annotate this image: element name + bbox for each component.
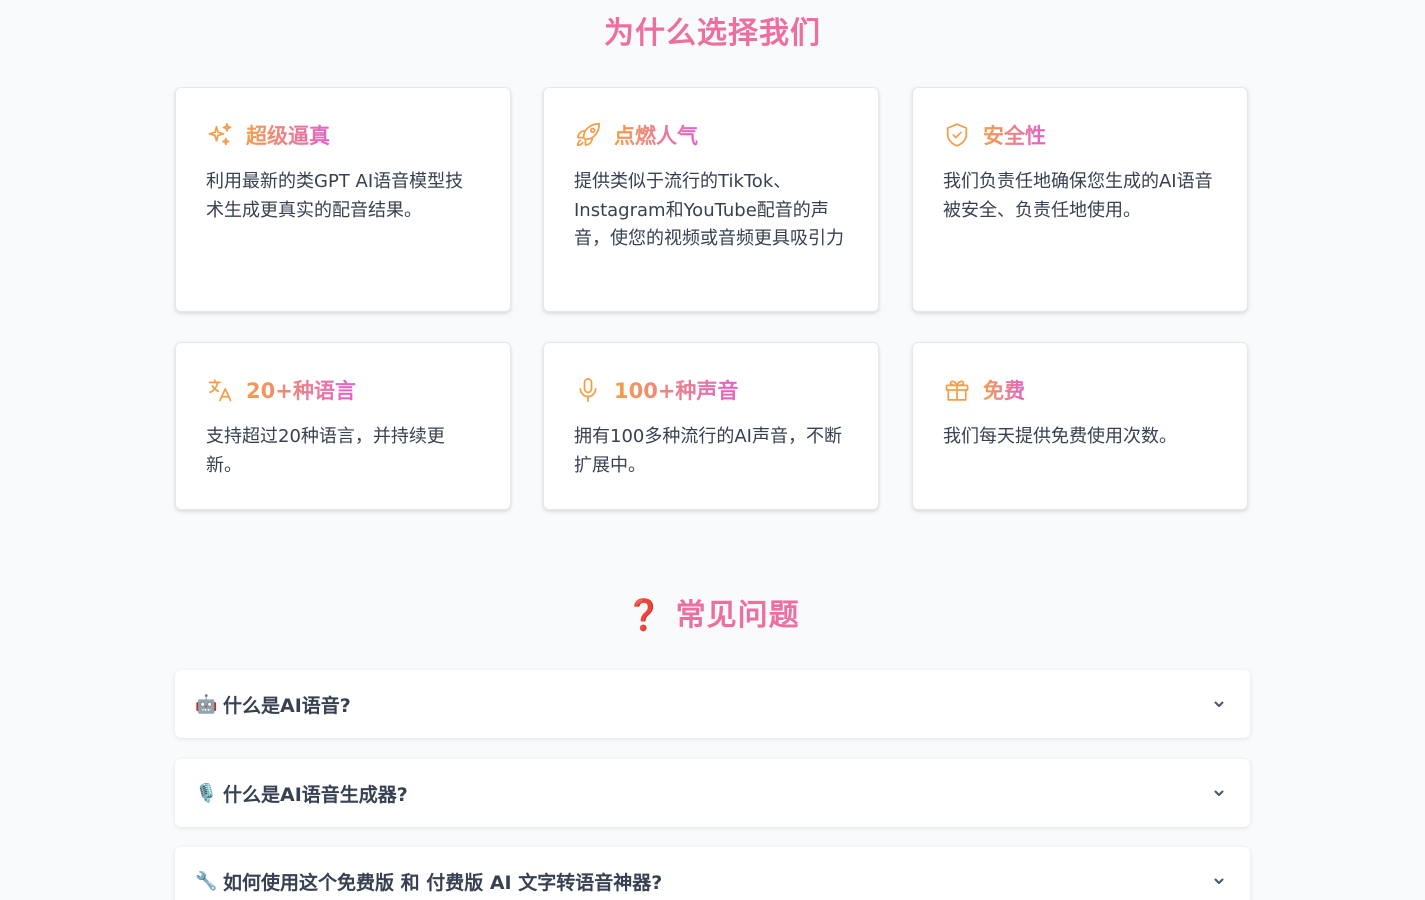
- sparkles-icon: [206, 121, 234, 149]
- rocket-icon: [574, 121, 602, 149]
- feature-card-description: 我们负责任地确保您生成的AI语音被安全、负责任地使用。: [943, 171, 1213, 221]
- feature-card-title: 超级逼真: [246, 120, 330, 150]
- microphone-icon: [574, 376, 602, 404]
- faq-item-what-is-ai-voice[interactable]: 🤖 什么是AI语音?: [175, 670, 1250, 738]
- feature-card-description: 支持超过20种语言，并持续更新。: [206, 426, 445, 476]
- feature-card-free: 免费 我们每天提供免费使用次数。: [912, 342, 1248, 510]
- translate-icon: [206, 376, 234, 404]
- chevron-down-icon[interactable]: [1208, 870, 1230, 892]
- faq-section-title: ❓ 常见问题: [0, 590, 1425, 634]
- feature-card-languages: 20+种语言 支持超过20种语言，并持续更新。: [175, 342, 511, 510]
- faq-title-text: 常见问题: [675, 598, 800, 633]
- feature-card-title: 安全性: [983, 120, 1046, 150]
- feature-card-description: 拥有100多种流行的AI声音，不断扩展中。: [574, 426, 842, 476]
- chevron-down-icon[interactable]: [1208, 782, 1230, 804]
- gift-icon: [943, 376, 971, 404]
- faq-question: 什么是AI语音?: [223, 694, 351, 717]
- page: 为什么选择我们 超级逼真 利用最新的类GPT AI语音模型技术生成更真实的配音结…: [0, 0, 1425, 900]
- feature-card-title: 免费: [983, 375, 1025, 405]
- why-section-title: 为什么选择我们: [604, 16, 821, 51]
- chevron-down-icon[interactable]: [1208, 693, 1230, 715]
- wrench-icon: 🔧: [195, 870, 218, 892]
- question-mark-icon: ❓: [625, 598, 664, 633]
- feature-card-description: 利用最新的类GPT AI语音模型技术生成更真实的配音结果。: [206, 171, 464, 221]
- feature-card-title: 点燃人气: [614, 120, 698, 150]
- faq-question: 什么是AI语音生成器?: [223, 783, 408, 806]
- feature-card-description: 我们每天提供免费使用次数。: [943, 426, 1177, 447]
- shield-check-icon: [943, 121, 971, 149]
- feature-card-voices: 100+种声音 拥有100多种流行的AI声音，不断扩展中。: [543, 342, 879, 510]
- feature-card-realistic: 超级逼真 利用最新的类GPT AI语音模型技术生成更真实的配音结果。: [175, 87, 511, 312]
- feature-card-description: 提供类似于流行的TikTok、Instagram和YouTube配音的声音，使您…: [574, 171, 844, 249]
- feature-card-title: 20+种语言: [246, 375, 356, 405]
- robot-icon: 🤖: [195, 693, 218, 715]
- faq-item-what-is-ai-voice-generator[interactable]: 🎙️ 什么是AI语音生成器?: [175, 759, 1250, 827]
- feature-card-title: 100+种声音: [614, 375, 738, 405]
- feature-card-popularity: 点燃人气 提供类似于流行的TikTok、Instagram和YouTube配音的…: [543, 87, 879, 312]
- faq-question: 如何使用这个免费版 和 付费版 AI 文字转语音神器?: [223, 871, 663, 894]
- studio-microphone-icon: 🎙️: [195, 782, 218, 804]
- faq-item-how-to-use[interactable]: 🔧 如何使用这个免费版 和 付费版 AI 文字转语音神器?: [175, 847, 1250, 900]
- feature-card-security: 安全性 我们负责任地确保您生成的AI语音被安全、负责任地使用。: [912, 87, 1248, 312]
